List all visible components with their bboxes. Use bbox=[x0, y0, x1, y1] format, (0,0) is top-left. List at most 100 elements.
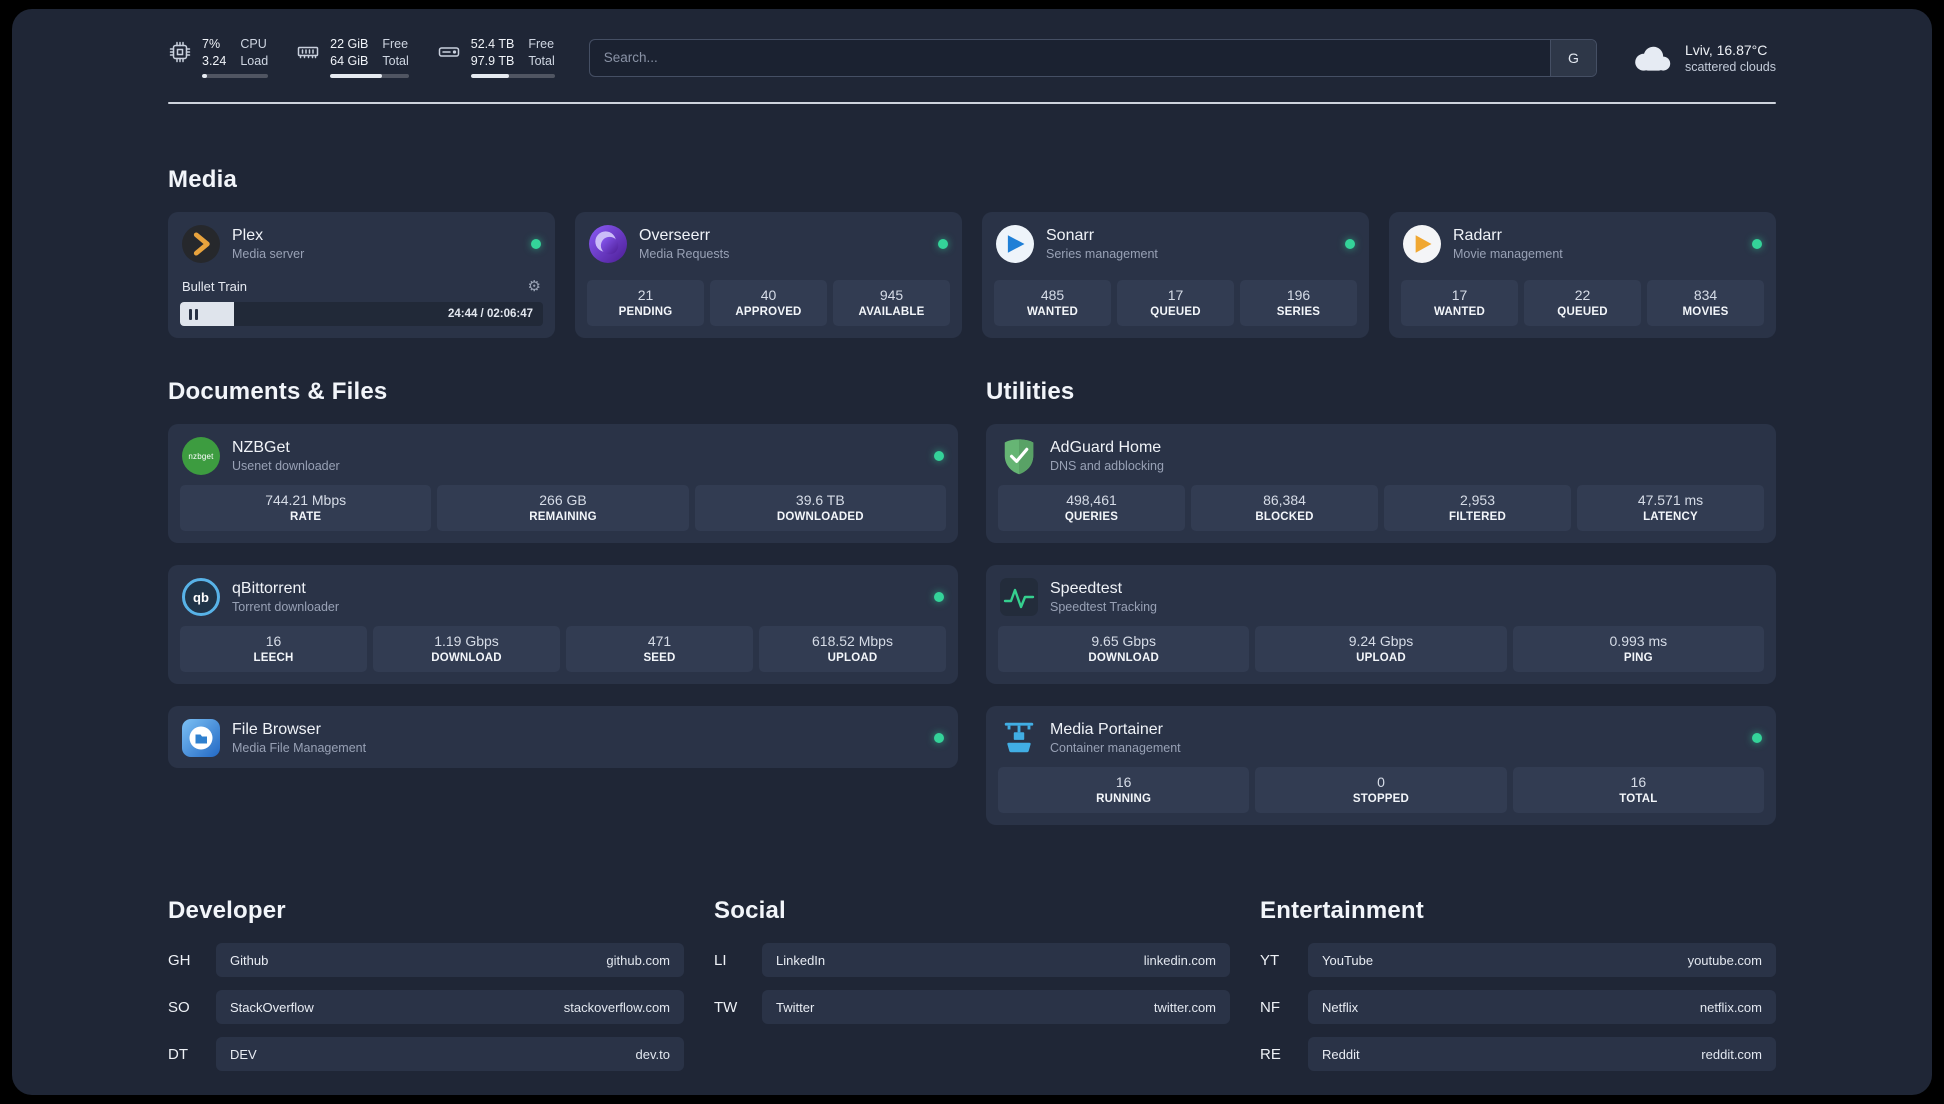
app-card-nzbget[interactable]: nzbget NZBGet Usenet downloader 744.21 M… bbox=[168, 424, 958, 544]
status-dot bbox=[934, 733, 944, 744]
app-name: qBittorrent bbox=[232, 580, 306, 598]
radarr-icon bbox=[1403, 225, 1441, 264]
bookmark-link-dev[interactable]: DEV dev.to bbox=[216, 1037, 684, 1072]
disk-icon bbox=[437, 40, 461, 64]
app-card-filebrowser[interactable]: File Browser Media File Management bbox=[168, 706, 958, 769]
app-subtitle: Series management bbox=[1046, 247, 1158, 262]
bookmark-row-twitter: TW Twitter twitter.com bbox=[714, 990, 1230, 1025]
bookmark-abbr: DT bbox=[168, 1045, 188, 1063]
stat-label: PENDING bbox=[618, 306, 673, 319]
bookmark-name: Twitter bbox=[776, 999, 815, 1015]
stat-value: 47.571 ms bbox=[1637, 492, 1704, 509]
stat-tile: 40 APPROVED bbox=[710, 280, 827, 327]
stat-label: TOTAL bbox=[1619, 793, 1658, 806]
bookmark-abbr: LI bbox=[714, 951, 727, 969]
section-documents: Documents & Files nzbget NZBGet Usenet d… bbox=[168, 378, 958, 825]
bookmark-link-twitter[interactable]: Twitter twitter.com bbox=[762, 990, 1230, 1025]
app-subtitle: Media Requests bbox=[639, 247, 730, 262]
bookmark-link-reddit[interactable]: Reddit reddit.com bbox=[1308, 1037, 1776, 1072]
stat-value: 39.6 TB bbox=[795, 492, 845, 509]
stat-label: WANTED bbox=[1433, 306, 1486, 319]
bookmark-domain: dev.to bbox=[635, 1046, 670, 1062]
app-subtitle: Torrent downloader bbox=[232, 600, 340, 615]
stat-tile: 16 LEECH bbox=[180, 626, 367, 673]
app-card-qbittorrent[interactable]: qb qBittorrent Torrent downloader 16 LEE… bbox=[168, 565, 958, 685]
section-utilities: Utilities AdGuard Home DNS and adblockin… bbox=[986, 378, 1776, 826]
bookmark-domain: reddit.com bbox=[1701, 1046, 1762, 1062]
app-name: Radarr bbox=[1453, 227, 1502, 245]
stat-tile: 21 PENDING bbox=[587, 280, 704, 327]
gear-icon[interactable]: ⚙ bbox=[528, 277, 541, 295]
bookmark-name: StackOverflow bbox=[230, 999, 314, 1015]
memory-monitor: 22 GiB Free 64 GiB Total bbox=[296, 37, 409, 79]
stat-tile: 17 QUEUED bbox=[1117, 280, 1234, 327]
stat-value: 471 bbox=[647, 633, 672, 650]
bookmark-name: Reddit bbox=[1322, 1046, 1360, 1062]
section-title-entertainment: Entertainment bbox=[1260, 897, 1424, 925]
stat-value: 16 bbox=[1630, 774, 1647, 791]
stat-tile: 266 GB REMAINING bbox=[437, 485, 689, 532]
app-card-sonarr[interactable]: Sonarr Series management 485 WANTED 17 Q… bbox=[982, 212, 1369, 339]
stat-value: 0 bbox=[1377, 774, 1385, 791]
stat-tile: 16 RUNNING bbox=[998, 767, 1250, 814]
app-name: File Browser bbox=[232, 721, 321, 739]
bookmark-link-stackoverflow[interactable]: StackOverflow stackoverflow.com bbox=[216, 990, 684, 1025]
bookmark-row-stackoverflow: SO StackOverflow stackoverflow.com bbox=[168, 990, 684, 1025]
stat-label: WANTED bbox=[1026, 306, 1079, 319]
status-dot bbox=[531, 239, 541, 250]
stat-value: 22 bbox=[1574, 287, 1591, 304]
bookmark-link-youtube[interactable]: YouTube youtube.com bbox=[1308, 943, 1776, 978]
weather-condition: scattered clouds bbox=[1684, 59, 1776, 74]
app-card-plex[interactable]: Plex Media server Bullet Train ⚙ 24:44 /… bbox=[168, 212, 555, 339]
stat-value: 21 bbox=[637, 287, 654, 304]
nzbget-icon: nzbget bbox=[182, 437, 220, 476]
bookmark-link-github[interactable]: Github github.com bbox=[216, 943, 684, 978]
stat-value: 9.24 Gbps bbox=[1348, 633, 1414, 650]
app-card-adguard[interactable]: AdGuard Home DNS and adblocking 498,461 … bbox=[986, 424, 1776, 544]
stat-tile: 17 WANTED bbox=[1401, 280, 1518, 327]
portainer-icon bbox=[1000, 719, 1038, 757]
stat-tile: 744.21 Mbps RATE bbox=[180, 485, 432, 532]
stat-label: LATENCY bbox=[1643, 511, 1698, 524]
playback-progress-bar[interactable]: 24:44 / 02:06:47 bbox=[180, 302, 543, 327]
bookmark-row-youtube: YT YouTube youtube.com bbox=[1260, 943, 1776, 978]
bookmark-abbr: GH bbox=[168, 951, 191, 969]
bookmark-name: LinkedIn bbox=[776, 952, 826, 968]
status-dot bbox=[934, 451, 944, 462]
search-input[interactable] bbox=[589, 39, 1550, 76]
stat-tile: 834 MOVIES bbox=[1647, 280, 1764, 327]
app-name: AdGuard Home bbox=[1050, 439, 1162, 457]
ram-total-value: 64 GiB bbox=[330, 53, 369, 68]
disk-monitor: 52.4 TB Free 97.9 TB Total bbox=[437, 37, 555, 79]
bookmark-link-linkedin[interactable]: LinkedIn linkedin.com bbox=[762, 943, 1230, 978]
bookmark-link-netflix[interactable]: Netflix netflix.com bbox=[1308, 990, 1776, 1025]
bookmark-domain: netflix.com bbox=[1699, 999, 1762, 1015]
status-dot bbox=[1752, 733, 1762, 744]
bookmark-row-netflix: NF Netflix netflix.com bbox=[1260, 990, 1776, 1025]
stat-value: 485 bbox=[1040, 287, 1065, 304]
app-card-portainer[interactable]: Media Portainer Container management 16 … bbox=[986, 706, 1776, 826]
app-subtitle: Media File Management bbox=[232, 741, 367, 756]
stat-label: RUNNING bbox=[1096, 793, 1152, 806]
bookmark-name: Github bbox=[230, 952, 269, 968]
stat-tile: 485 WANTED bbox=[994, 280, 1111, 327]
section-title-social: Social bbox=[714, 897, 786, 925]
bookmark-abbr: RE bbox=[1260, 1045, 1281, 1063]
disk-label-2: Total bbox=[528, 53, 555, 68]
adguard-icon bbox=[1000, 437, 1038, 475]
section-entertainment: Entertainment YT YouTube youtube.com NF … bbox=[1260, 897, 1776, 1084]
stat-tile: 0.993 ms PING bbox=[1512, 626, 1764, 673]
pause-icon[interactable] bbox=[189, 308, 198, 320]
app-name: NZBGet bbox=[232, 439, 290, 457]
stat-label: PING bbox=[1623, 652, 1653, 665]
search-engine-button[interactable]: G bbox=[1549, 39, 1596, 76]
app-card-overseerr[interactable]: Overseerr Media Requests 21 PENDING 40 A… bbox=[575, 212, 962, 339]
stat-tile: 945 AVAILABLE bbox=[833, 280, 950, 327]
bookmark-name: YouTube bbox=[1322, 952, 1374, 968]
app-card-speedtest[interactable]: Speedtest Speedtest Tracking 9.65 Gbps D… bbox=[986, 565, 1776, 685]
app-card-radarr[interactable]: Radarr Movie management 17 WANTED 22 QUE… bbox=[1389, 212, 1776, 339]
stat-tile: 471 SEED bbox=[566, 626, 753, 673]
bookmark-abbr: YT bbox=[1260, 951, 1280, 969]
bookmark-row-reddit: RE Reddit reddit.com bbox=[1260, 1037, 1776, 1072]
disk-usage-bar bbox=[470, 74, 555, 79]
